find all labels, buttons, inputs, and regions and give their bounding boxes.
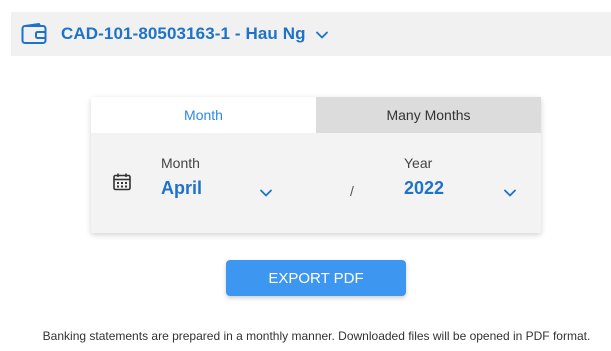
year-select[interactable]: 2022 xyxy=(404,178,444,199)
period-tabs: Month Many Months xyxy=(91,97,541,133)
tab-month[interactable]: Month xyxy=(91,97,316,133)
month-field-label: Month xyxy=(161,155,200,171)
account-label: CAD-101-80503163-1 - Hau Ng xyxy=(61,24,306,43)
export-pdf-button[interactable]: EXPORT PDF xyxy=(226,260,406,296)
statement-period-picker: Month Many Months Month April / Year 202… xyxy=(91,97,541,233)
chevron-down-icon[interactable] xyxy=(315,31,328,39)
chevron-down-icon[interactable] xyxy=(503,185,517,197)
statement-footnote: Banking statements are prepared in a mon… xyxy=(42,329,591,343)
tab-many-months[interactable]: Many Months xyxy=(316,97,541,133)
calendar-icon xyxy=(113,173,131,191)
chevron-down-icon[interactable] xyxy=(259,185,273,197)
year-field-label: Year xyxy=(404,155,433,171)
date-separator: / xyxy=(350,183,354,199)
account-selector[interactable]: CAD-101-80503163-1 - Hau Ng xyxy=(11,12,611,56)
picker-body: Month April / Year 2022 xyxy=(91,133,541,233)
month-select[interactable]: April xyxy=(161,178,202,199)
wallet-icon xyxy=(21,22,49,46)
